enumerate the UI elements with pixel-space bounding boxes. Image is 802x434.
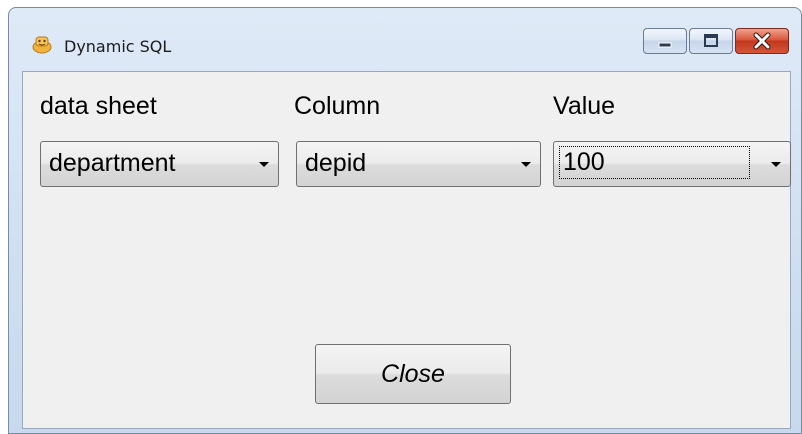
- minimize-icon: [658, 42, 672, 48]
- app-icon: [32, 36, 52, 54]
- maximize-button[interactable]: [689, 28, 733, 54]
- data-sheet-combo[interactable]: department: [40, 141, 279, 187]
- caption-buttons: [643, 28, 789, 56]
- data-sheet-value: department: [49, 149, 176, 177]
- close-window-button[interactable]: [735, 28, 789, 54]
- maximize-icon: [704, 34, 718, 47]
- dialog-client-area: data sheet Column Value department depid…: [22, 71, 791, 429]
- column-label: Column: [294, 92, 381, 120]
- column-combo[interactable]: depid: [296, 141, 541, 187]
- value-label: Value: [553, 92, 616, 120]
- close-button[interactable]: Close: [315, 344, 511, 404]
- dialog-window: Dynamic SQL data sheet Column Value depa…: [8, 7, 802, 434]
- chevron-down-icon[interactable]: [259, 162, 269, 167]
- minimize-button[interactable]: [643, 28, 687, 54]
- close-icon: [753, 32, 771, 50]
- column-value: depid: [305, 149, 367, 177]
- chevron-down-icon[interactable]: [771, 162, 781, 167]
- value-combo[interactable]: 100: [553, 141, 791, 187]
- window-title: Dynamic SQL: [64, 37, 172, 56]
- value-value: 100: [559, 146, 750, 179]
- data-sheet-label: data sheet: [40, 92, 157, 120]
- chevron-down-icon[interactable]: [521, 162, 531, 167]
- title-bar[interactable]: Dynamic SQL: [9, 8, 801, 70]
